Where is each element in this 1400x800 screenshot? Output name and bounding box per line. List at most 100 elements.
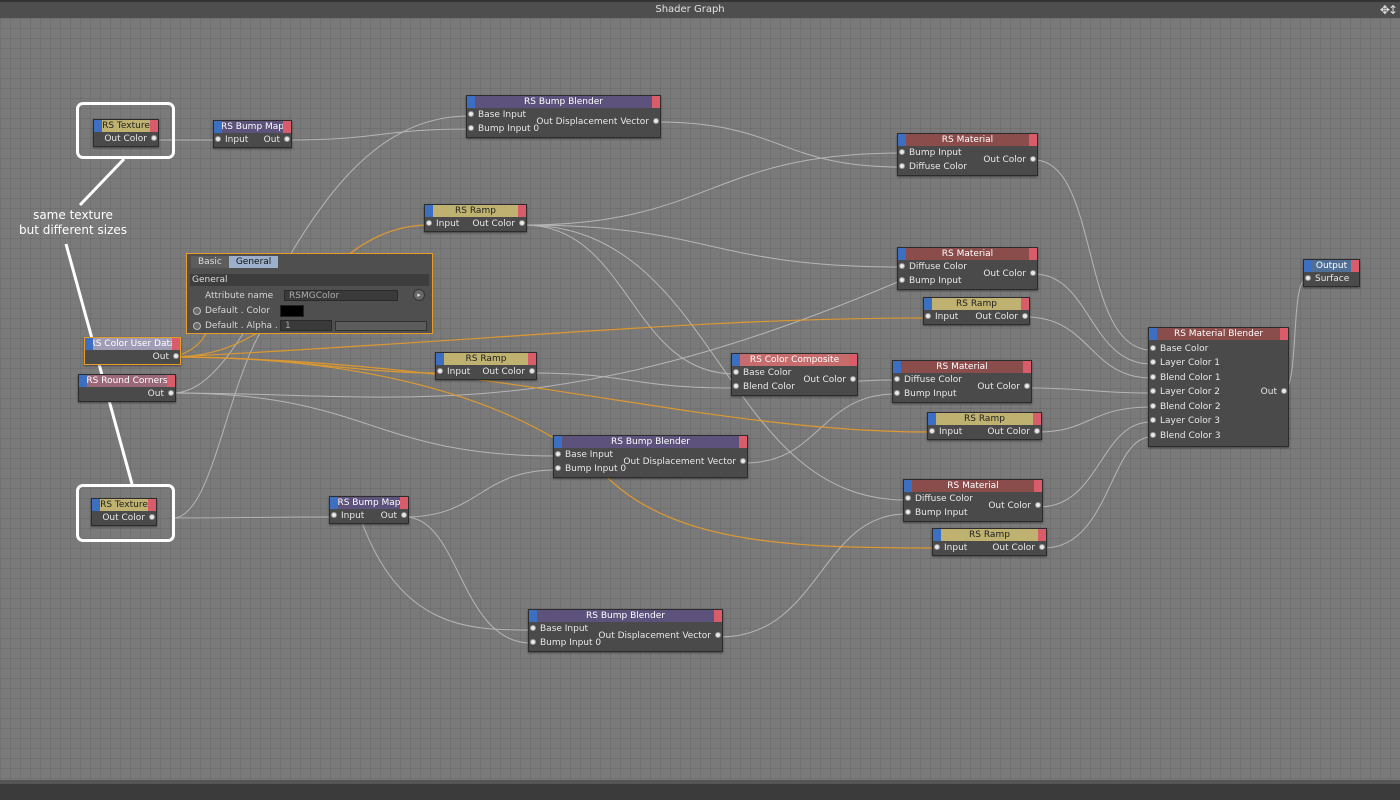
port-pin[interactable] <box>215 136 221 142</box>
node-header[interactable]: Output <box>1304 260 1359 272</box>
node-rs-ramp-1[interactable]: RS Ramp Input Out Color <box>424 204 527 232</box>
port-pin[interactable] <box>331 512 337 518</box>
port-pin[interactable] <box>929 428 935 434</box>
port-out[interactable]: Out <box>79 387 175 401</box>
port-pin[interactable] <box>555 465 561 471</box>
node-rs-ramp-3[interactable]: RS Ramp Input Out Color <box>923 297 1030 325</box>
port-pin[interactable] <box>468 125 474 131</box>
port-pin[interactable] <box>437 368 443 374</box>
node-header[interactable]: RS Ramp <box>928 413 1041 425</box>
port-row[interactable]: Input Out <box>330 509 408 523</box>
port-base-color[interactable]: Base Color Out Color <box>732 366 857 385</box>
node-rs-bump-map-2[interactable]: RS Bump Map Input Out <box>329 496 409 524</box>
node-header[interactable]: RS Ramp <box>933 529 1046 541</box>
port-pin[interactable] <box>899 149 905 155</box>
port-out[interactable]: Out <box>85 350 180 364</box>
node-rs-bump-map-1[interactable]: RS Bump Map Input Out <box>213 120 292 148</box>
node-rs-color-composite[interactable]: RS Color Composite Base Color Out Color B… <box>731 353 858 396</box>
attribute-panel[interactable]: Basic General General Attribute name RSMG… <box>186 253 433 334</box>
port-pin[interactable] <box>899 163 905 169</box>
port-diffuse-color[interactable]: Diffuse Color Out Color <box>893 373 1031 392</box>
node-rs-round-corners[interactable]: RS Round Corners Out <box>78 374 176 402</box>
default-alpha-slider[interactable] <box>335 321 427 331</box>
port-pin[interactable] <box>1039 544 1045 550</box>
port-pin[interactable] <box>468 111 474 117</box>
port-pin[interactable] <box>151 135 157 141</box>
port-blend-color-3[interactable]: Blend Color 3 <box>1149 429 1288 444</box>
port-pin[interactable] <box>899 277 905 283</box>
port-diffuse-color[interactable]: Diffuse Color <box>898 160 1037 174</box>
node-header[interactable]: RS Bump Map <box>330 497 408 509</box>
node-rs-color-user-data[interactable]: RS Color User Data Out <box>84 337 181 365</box>
node-output[interactable]: Output Surface <box>1303 259 1360 287</box>
port-pin[interactable] <box>530 639 536 645</box>
port-pin[interactable] <box>894 390 900 396</box>
port-pin[interactable] <box>555 451 561 457</box>
port-row[interactable]: Input Out Color <box>928 425 1041 439</box>
port-layer-color-1[interactable]: Layer Color 1 <box>1149 356 1288 371</box>
node-header[interactable]: RS Material <box>898 134 1037 146</box>
node-header[interactable]: RS Bump Blender <box>554 436 747 448</box>
node-header[interactable]: RS Color Composite <box>732 354 857 366</box>
node-header[interactable]: RS Texture <box>92 499 156 511</box>
port-blend-color[interactable]: Blend Color <box>732 380 857 394</box>
port-out-color[interactable]: Out Color <box>94 132 158 146</box>
port-blend-color-1[interactable]: Blend Color 1 <box>1149 371 1288 386</box>
node-rs-ramp-2[interactable]: RS Ramp Input Out Color <box>435 352 537 380</box>
port-pin[interactable] <box>1150 373 1156 380</box>
node-header[interactable]: RS Material <box>893 361 1031 373</box>
port-row[interactable]: Input Out Color <box>924 310 1029 324</box>
port-pin[interactable] <box>149 514 155 520</box>
port-pin[interactable] <box>1305 275 1311 281</box>
node-rs-texture-top[interactable]: RS Texture Out Color <box>93 119 159 147</box>
port-pin[interactable] <box>519 220 525 226</box>
arrow-right-icon[interactable]: ▸ <box>413 289 425 301</box>
node-rs-material-blender[interactable]: RS Material Blender Base Color Layer Col… <box>1148 327 1289 447</box>
default-color-swatch[interactable] <box>280 305 304 317</box>
node-rs-texture-bottom[interactable]: RS Texture Out Color <box>91 498 157 526</box>
port-out-color[interactable]: Out Color <box>92 511 156 525</box>
node-rs-material-3[interactable]: RS Material Diffuse Color Out Color Bump … <box>892 360 1032 403</box>
node-header[interactable]: RS Bump Blender <box>529 610 722 622</box>
port-pin[interactable] <box>934 544 940 550</box>
port-bump-input[interactable]: Bump Input 0 <box>529 636 722 650</box>
node-header[interactable]: RS Round Corners <box>79 375 175 387</box>
node-header[interactable]: RS Bump Blender <box>467 96 660 108</box>
node-rs-material-1[interactable]: RS Material Bump Input Out Color Diffuse … <box>897 133 1038 176</box>
port-pin[interactable] <box>905 495 911 501</box>
port-pin[interactable] <box>529 368 535 374</box>
node-header[interactable]: RS Material Blender <box>1149 328 1288 340</box>
port-bump-input[interactable]: Bump Input <box>904 506 1042 520</box>
port-layer-color-3[interactable]: Layer Color 3 <box>1149 414 1288 429</box>
node-rs-bump-blender-3[interactable]: RS Bump Blender Base Input Out Displaceme… <box>528 609 723 652</box>
port-pin[interactable] <box>1150 388 1156 394</box>
default-alpha-radio[interactable] <box>193 322 201 330</box>
default-color-radio[interactable] <box>193 307 201 315</box>
port-pin[interactable] <box>1281 388 1287 394</box>
port-pin[interactable] <box>1150 359 1156 365</box>
attribute-name-field[interactable]: RSMGColor <box>284 290 398 301</box>
port-pin[interactable] <box>401 512 407 518</box>
port-row[interactable]: Input Out Color <box>933 541 1046 555</box>
port-base-input[interactable]: Base Input Out Displacement Vector <box>554 448 747 467</box>
port-diffuse-color[interactable]: Diffuse Color Out Color <box>898 260 1037 279</box>
port-pin[interactable] <box>925 313 931 319</box>
node-header[interactable]: RS Texture <box>94 120 158 132</box>
port-row[interactable]: Input Out Color <box>425 217 526 231</box>
port-row[interactable]: Input Out Color <box>436 365 536 379</box>
port-bump-input[interactable]: Bump Input 0 <box>467 122 660 136</box>
port-base-input[interactable]: Base Input Out Displacement Vector <box>529 622 722 641</box>
port-pin[interactable] <box>173 353 179 359</box>
port-bump-input[interactable]: Bump Input 0 <box>554 462 747 476</box>
port-pin[interactable] <box>733 383 739 389</box>
node-header[interactable]: RS Bump Map <box>214 121 291 133</box>
move-icon[interactable]: ✥↕ <box>1380 3 1398 17</box>
port-pin[interactable] <box>1150 402 1156 409</box>
port-base-input[interactable]: Base Input Out Displacement Vector <box>467 108 660 127</box>
port-pin[interactable] <box>733 369 739 375</box>
port-diffuse-color[interactable]: Diffuse Color Out Color <box>904 492 1042 511</box>
port-bump-input[interactable]: Bump Input <box>893 387 1031 401</box>
node-rs-ramp-5[interactable]: RS Ramp Input Out Color <box>932 528 1047 556</box>
port-base-color[interactable]: Base Color <box>1149 342 1288 356</box>
node-header[interactable]: RS Color User Data <box>85 338 180 350</box>
